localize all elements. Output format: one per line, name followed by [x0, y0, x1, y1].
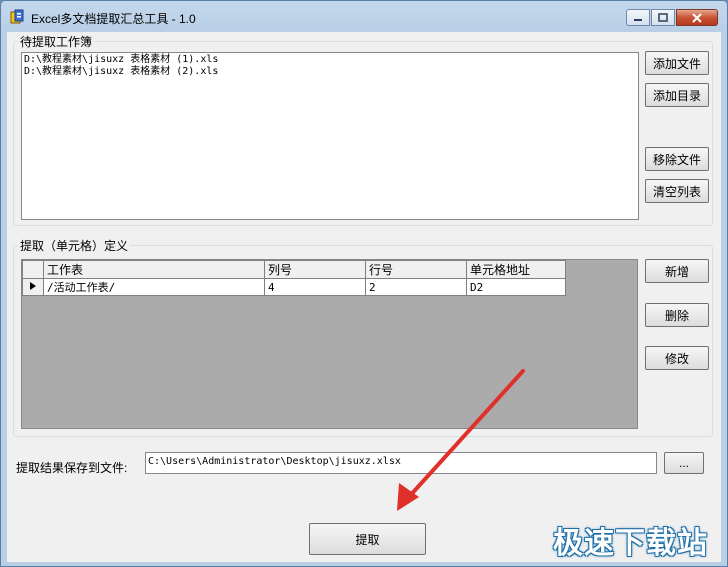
modify-definition-button[interactable]: 修改 — [645, 346, 709, 370]
browse-button[interactable]: ... — [664, 452, 704, 474]
close-button[interactable] — [676, 9, 718, 26]
row-header-corner — [22, 260, 44, 279]
extract-definition-grid[interactable]: 工作表 列号 行号 单元格地址 /活动工作表/ 4 2 D2 — [21, 259, 638, 429]
file-list-item[interactable]: D:\教程素材\jisuxz 表格素材 (2).xls — [24, 66, 636, 78]
table-header-row: 工作表 列号 行号 单元格地址 — [22, 260, 566, 279]
minimize-icon — [634, 18, 642, 21]
cell-row[interactable]: 2 — [365, 278, 467, 296]
remove-file-button[interactable]: 移除文件 — [645, 147, 709, 171]
client-area: 待提取工作簿 D:\教程素材\jisuxz 表格素材 (1).xls D:\教程… — [7, 32, 721, 562]
cell-sheet[interactable]: /活动工作表/ — [43, 278, 265, 296]
table-row[interactable]: /活动工作表/ 4 2 D2 — [22, 278, 566, 296]
save-path-label: 提取结果保存到文件: — [16, 461, 128, 475]
delete-definition-button[interactable]: 删除 — [645, 303, 709, 327]
add-definition-button[interactable]: 新增 — [645, 259, 709, 283]
save-path-input[interactable]: C:\Users\Administrator\Desktop\jisuxz.xl… — [145, 452, 657, 474]
current-row-icon — [30, 281, 36, 290]
window-controls — [625, 9, 718, 26]
column-header-address[interactable]: 单元格地址 — [466, 260, 566, 279]
clear-list-button[interactable]: 清空列表 — [645, 179, 709, 203]
add-directory-button[interactable]: 添加目录 — [645, 83, 709, 107]
extract-run-button[interactable]: 提取 — [309, 523, 426, 555]
add-file-button[interactable]: 添加文件 — [645, 51, 709, 75]
window-title: Excel多文档提取汇总工具 - 1.0 — [31, 12, 196, 26]
maximize-button[interactable] — [651, 9, 675, 26]
column-header-row[interactable]: 行号 — [365, 260, 467, 279]
close-icon — [692, 12, 702, 23]
maximize-icon — [658, 13, 668, 22]
cell-col[interactable]: 4 — [264, 278, 366, 296]
workbook-group-title: 待提取工作簿 — [18, 33, 95, 50]
title-bar[interactable]: Excel多文档提取汇总工具 - 1.0 — [1, 1, 727, 31]
app-window: Excel多文档提取汇总工具 - 1.0 待提取工作簿 D:\教程素材\jisu… — [0, 0, 728, 567]
column-header-col[interactable]: 列号 — [264, 260, 366, 279]
cell-address[interactable]: D2 — [466, 278, 566, 296]
minimize-button[interactable] — [626, 9, 650, 26]
watermark-logo: 极速下载站 — [553, 526, 708, 561]
extract-group-title: 提取（单元格）定义 — [18, 237, 131, 254]
workbook-file-list[interactable]: D:\教程素材\jisuxz 表格素材 (1).xls D:\教程素材\jisu… — [21, 52, 639, 220]
column-header-sheet[interactable]: 工作表 — [43, 260, 265, 279]
extract-table: 工作表 列号 行号 单元格地址 /活动工作表/ 4 2 D2 — [22, 260, 566, 296]
file-list-item[interactable]: D:\教程素材\jisuxz 表格素材 (1).xls — [24, 54, 636, 66]
app-icon — [10, 9, 24, 24]
row-selector[interactable] — [22, 278, 44, 296]
